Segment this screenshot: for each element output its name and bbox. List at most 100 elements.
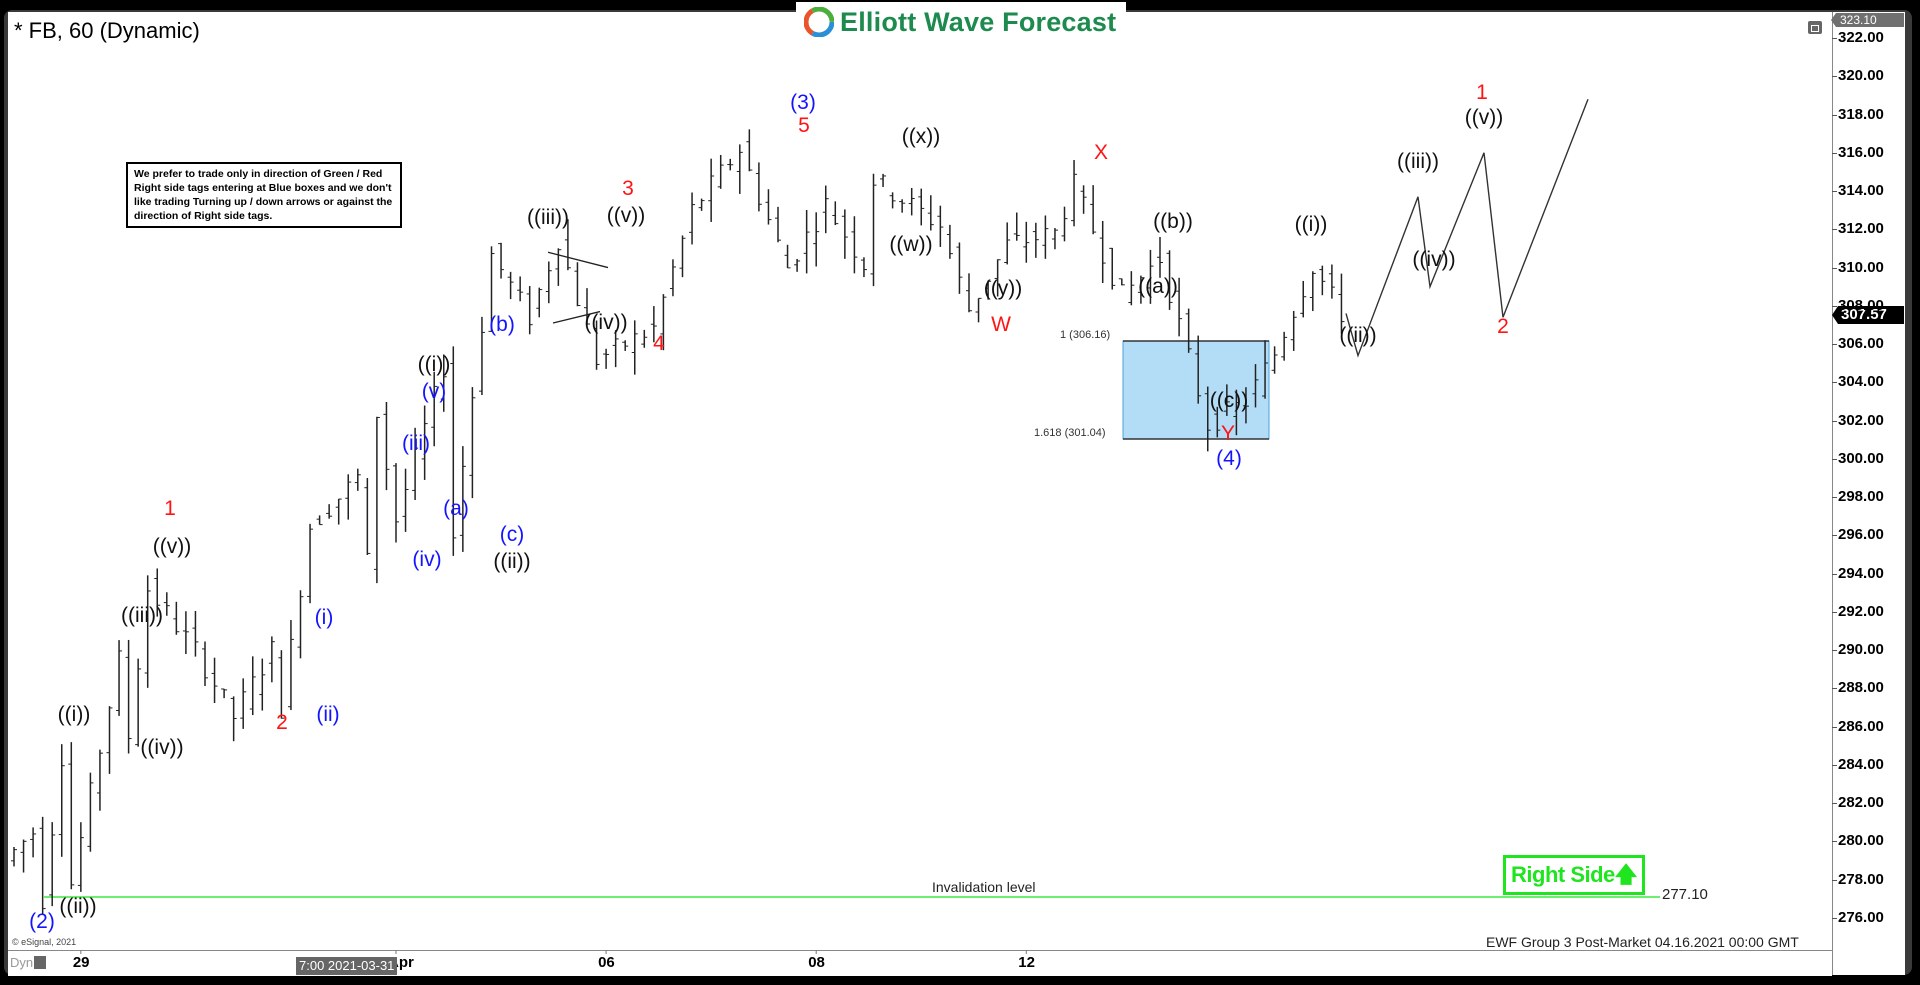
wave-label: 3 — [622, 177, 634, 201]
y-tick-mark — [1832, 764, 1837, 766]
wave-label: ((iv)) — [1412, 247, 1456, 271]
ohlc-bar — [249, 656, 256, 716]
ohlc-bar — [612, 330, 619, 368]
y-tick-mark — [1832, 841, 1837, 843]
ohlc-bar — [603, 348, 610, 369]
y-tick-mark — [1832, 420, 1837, 422]
footer-stamp: EWF Group 3 Post-Market 04.16.2021 00:00… — [1486, 934, 1799, 950]
y-tick-mark — [1832, 382, 1837, 384]
wave-label: Y — [1220, 422, 1236, 445]
dyn-label[interactable]: Dyn — [10, 955, 33, 970]
ohlc-bar — [1319, 265, 1326, 296]
wave-label: (4) — [1216, 446, 1242, 470]
y-tick-label: 290.00 — [1838, 641, 1884, 659]
projection-path — [1345, 98, 1589, 358]
ohlc-bar — [402, 468, 409, 532]
ohlc-bar — [860, 257, 867, 278]
ohlc-bar — [574, 262, 581, 307]
ohlc-bar — [297, 590, 304, 659]
wave-label: ((ii)) — [59, 894, 97, 918]
ohlc-bar — [393, 463, 399, 543]
wave-label: ((v)) — [1464, 106, 1504, 130]
ohlc-bar — [1309, 271, 1316, 312]
ohlc-bar — [1128, 271, 1135, 306]
ohlc-bar — [469, 387, 476, 499]
y-tick-mark — [1832, 611, 1837, 613]
y-tick-mark — [1832, 918, 1837, 919]
ohlc-bar — [679, 235, 686, 278]
wave-label: (2) — [29, 909, 55, 933]
ohlc-bar — [144, 575, 151, 688]
ohlc-bar — [316, 515, 323, 526]
y-tick-label: 314.00 — [1838, 182, 1884, 200]
ohlc-bar — [450, 346, 457, 556]
lock-icon[interactable] — [34, 956, 46, 969]
y-tick-label: 306.00 — [1838, 335, 1884, 353]
wave-label: 1 — [164, 496, 176, 520]
ohlc-bar — [1023, 221, 1030, 263]
x-tick-label: 06 — [598, 954, 615, 971]
y-tick-label: 308.00 — [1838, 296, 1884, 314]
wave-label: (c) — [499, 523, 525, 547]
invalidation-label: Invalidation level — [932, 878, 1036, 895]
y-tick-label: 318.00 — [1838, 105, 1884, 123]
chart-canvas — [11, 98, 1660, 954]
wave-label: ((iv)) — [140, 735, 184, 759]
ohlc-bar — [1051, 228, 1058, 250]
ohlc-bar — [1061, 206, 1068, 242]
ohlc-bar — [536, 287, 543, 318]
y-tick-mark — [1832, 114, 1837, 116]
y-tick-label: 316.00 — [1838, 143, 1884, 161]
ohlc-bar — [1328, 264, 1335, 299]
ohlc-bar — [364, 478, 371, 555]
ohlc-bar — [765, 189, 772, 225]
ohlc-bar — [689, 192, 696, 245]
wave-label: ((ii)) — [1339, 324, 1377, 348]
ohlc-bar — [173, 601, 180, 635]
ohlc-bar — [746, 129, 753, 172]
ohlc-bar — [1080, 185, 1087, 214]
ohlc-bar — [1118, 278, 1125, 286]
wave-label: ((iii)) — [1397, 150, 1439, 174]
ohlc-bar — [1042, 215, 1049, 259]
wave-label: ((iii)) — [121, 603, 163, 627]
ohlc-bar — [641, 329, 648, 348]
y-tick-mark — [1832, 267, 1837, 269]
ohlc-bar — [11, 846, 17, 867]
ohlc-bar — [1032, 222, 1039, 258]
ohlc-bar — [526, 286, 533, 335]
wave-label: ((i)) — [57, 703, 91, 727]
ohlc-bar — [813, 212, 820, 267]
wave-label: (3) — [790, 91, 816, 115]
ohlc-bar — [211, 657, 218, 704]
y-tick-mark — [1832, 535, 1837, 537]
wave-label: ((i)) — [417, 353, 451, 377]
ohlc-bar — [507, 271, 514, 300]
ohlc-bar — [927, 195, 934, 231]
ohlc-bar — [1109, 247, 1116, 290]
y-tick-label: 312.00 — [1838, 220, 1884, 238]
chart-title: * FB, 60 (Dynamic) — [14, 18, 200, 43]
ohlc-bar — [268, 636, 275, 683]
y-tick-label: 310.00 — [1838, 258, 1884, 276]
y-tick-mark — [1832, 76, 1837, 78]
ohlc-bar — [755, 162, 762, 212]
ohlc-bar — [803, 210, 810, 274]
ewf-logo: Elliott Wave Forecast — [796, 2, 1126, 42]
wave-label: ((i)) — [1294, 213, 1328, 237]
ohlc-bar — [851, 216, 858, 274]
ohlc-bar — [335, 498, 342, 525]
copyright-text: © eSignal, 2021 — [12, 937, 77, 947]
y-tick-mark — [1832, 688, 1837, 690]
ohlc-bar — [287, 620, 294, 711]
ohlc-bar — [163, 592, 170, 616]
ohlc-bar — [736, 144, 743, 194]
ohlc-bar — [832, 201, 839, 226]
ohlc-bar — [1271, 346, 1278, 374]
y-tick-label: 294.00 — [1838, 564, 1884, 582]
y-tick-label: 320.00 — [1838, 67, 1884, 85]
ohlc-bar — [259, 658, 266, 711]
ohlc-bar — [870, 173, 877, 287]
ohlc-bar — [918, 188, 925, 226]
restore-window-icon[interactable] — [1808, 21, 1822, 34]
